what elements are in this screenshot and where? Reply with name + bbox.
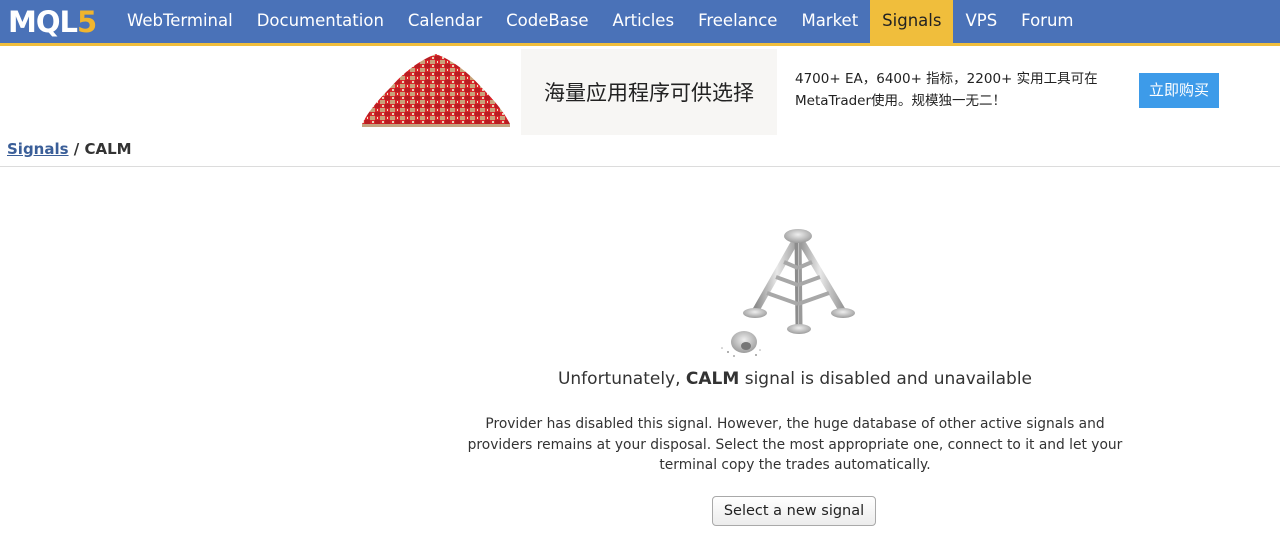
logo-text: MQL (8, 5, 78, 39)
nav-item-articles[interactable]: Articles (601, 0, 687, 43)
nav-menu: WebTerminal Documentation Calendar CodeB… (115, 0, 1085, 43)
title-prefix: Unfortunately, (557, 369, 686, 389)
title-suffix: signal is disabled and unavailable (739, 369, 1033, 389)
buy-now-button[interactable]: 立即购买 (1139, 73, 1219, 108)
header-divider (0, 166, 1280, 167)
gift-pile-image (362, 54, 510, 127)
ad-banner[interactable]: 海量应用程序可供选择 4700+ EA，6400+ 指标，2200+ 实用工具可… (0, 46, 1280, 138)
nav-item-vps[interactable]: VPS (953, 0, 1009, 43)
top-nav: MQL5 WebTerminal Documentation Calendar … (0, 0, 1280, 46)
breadcrumb: Signals / CALM (7, 140, 132, 164)
breadcrumb-current: CALM (84, 140, 132, 158)
broken-antenna-icon (721, 229, 855, 357)
breadcrumb-signals-link[interactable]: Signals (7, 140, 69, 158)
select-new-signal-button[interactable]: Select a new signal (712, 496, 876, 526)
nav-item-freelance[interactable]: Freelance (686, 0, 789, 43)
banner-headline: 海量应用程序可供选择 (521, 49, 777, 135)
nav-item-market[interactable]: Market (789, 0, 870, 43)
nav-item-codebase[interactable]: CodeBase (494, 0, 600, 43)
mql5-logo[interactable]: MQL5 (8, 4, 97, 40)
signal-name: CALM (685, 369, 740, 389)
banner-description: 4700+ EA，6400+ 指标，2200+ 实用工具可在MetaTrader… (795, 71, 1098, 109)
nav-item-webterminal[interactable]: WebTerminal (115, 0, 245, 43)
logo-accent: 5 (77, 5, 97, 39)
nav-item-calendar[interactable]: Calendar (396, 0, 494, 43)
nav-item-signals[interactable]: Signals (870, 0, 954, 43)
disabled-signal-description: Provider has disabled this signal. Howev… (467, 416, 1123, 473)
nav-item-forum[interactable]: Forum (1009, 0, 1085, 43)
nav-item-documentation[interactable]: Documentation (245, 0, 396, 43)
disabled-signal-title: Unfortunately, CALM signal is disabled a… (0, 369, 1280, 389)
breadcrumb-separator: / (68, 140, 85, 158)
